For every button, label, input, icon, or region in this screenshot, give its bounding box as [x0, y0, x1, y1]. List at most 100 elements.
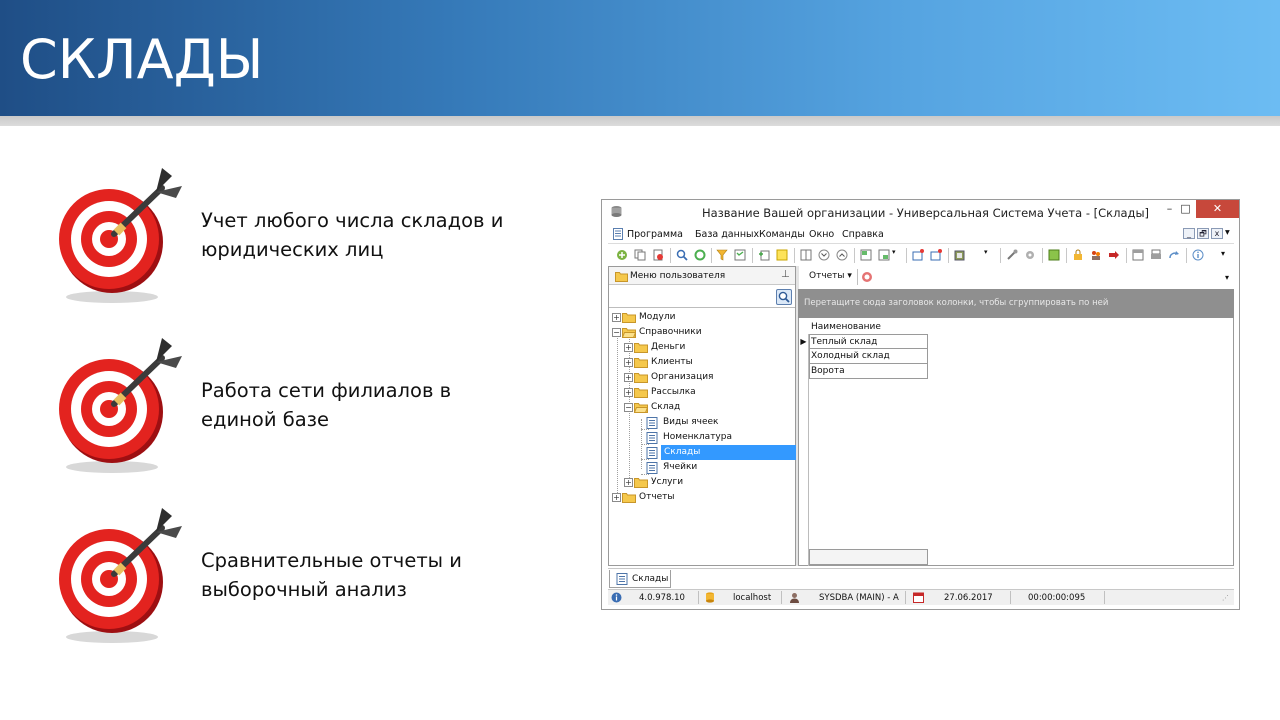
menu-help[interactable]: Справка [842, 229, 884, 240]
expand-icon[interactable]: + [624, 478, 633, 487]
table-row[interactable]: Холодный склад [809, 349, 928, 364]
mdi-restore-button[interactable]: 🗗 [1197, 228, 1209, 239]
tree-node-cell-types[interactable]: Виды ячеек [636, 415, 792, 430]
expand-icon[interactable]: + [624, 343, 633, 352]
group-by-panel[interactable]: Перетащите сюда заголовок колонки, чтобы… [798, 289, 1234, 318]
close-button[interactable]: ✕ [1196, 200, 1239, 218]
new-record-icon[interactable] [616, 249, 628, 261]
menu-search-input[interactable] [609, 286, 795, 308]
dropdown-arrow-icon[interactable]: ▾ [892, 248, 904, 260]
mdi-minimize-button[interactable]: _ [1183, 228, 1195, 239]
tree-node-clients[interactable]: + Клиенты [624, 355, 792, 370]
toolbar-separator [1126, 248, 1127, 263]
expand-icon[interactable]: + [624, 358, 633, 367]
info-icon[interactable] [1192, 249, 1204, 261]
slide-title: СКЛАДЫ [20, 28, 264, 91]
tools-icon[interactable] [1006, 249, 1018, 261]
tree-node-label: Склады [661, 445, 797, 460]
window-titlebar[interactable]: Название Вашей организации - Универсальн… [602, 200, 1239, 224]
toolbar-overflow-icon[interactable]: ▾ [1221, 249, 1233, 261]
tab-label: Склады [632, 574, 669, 584]
form-icon [646, 447, 658, 459]
copy-icon[interactable] [634, 249, 646, 261]
app-window: Название Вашей организации - Универсальн… [601, 199, 1240, 610]
menu-program[interactable]: Программа [627, 229, 683, 240]
tree-node-warehouse[interactable]: − Склад [624, 400, 792, 415]
bullet-text: Работа сети филиалов в единой базе [201, 379, 452, 431]
refresh-icon[interactable] [694, 249, 706, 261]
print-icon[interactable] [1150, 249, 1162, 261]
tree-node-money[interactable]: + Деньги [624, 340, 792, 355]
toolbar-separator [670, 248, 671, 263]
search-button[interactable] [776, 289, 792, 305]
tree-node-cells[interactable]: Ячейки [636, 460, 792, 475]
grid-toolbar-overflow-icon[interactable]: ▾ [1225, 273, 1229, 282]
tree-node-nomenclature[interactable]: Номенклатура [636, 430, 792, 445]
user-icon [790, 593, 799, 603]
menu-database[interactable]: База данных [695, 229, 759, 240]
folder-icon [622, 493, 636, 503]
tree-node-organization[interactable]: + Организация [624, 370, 792, 385]
expand-icon[interactable]: + [612, 313, 621, 322]
redo-icon[interactable] [1168, 249, 1180, 261]
picture-icon[interactable] [1048, 249, 1060, 261]
mdi-close-button[interactable]: x [1211, 228, 1223, 239]
tree-node-label: Организация [651, 372, 714, 382]
collapse-icon[interactable]: − [624, 403, 633, 412]
tab-warehouses[interactable]: Склады [609, 570, 671, 588]
pin-icon[interactable]: ⊥ [781, 269, 790, 280]
delete-icon[interactable] [652, 249, 664, 261]
tree-node-services[interactable]: + Услуги [624, 475, 792, 490]
reload-icon[interactable] [861, 271, 873, 283]
import-icon[interactable] [878, 249, 890, 261]
lock-icon[interactable] [1072, 249, 1084, 261]
menu-window[interactable]: Окно [809, 229, 834, 240]
expand-icon[interactable]: + [612, 493, 621, 502]
tree-node-mailing[interactable]: + Рассылка [624, 385, 792, 400]
chevron-down-icon[interactable] [818, 249, 830, 261]
warehouses-grid: Наименование ▶ Теплый склад Холодный скл… [798, 318, 1234, 566]
document-icon [613, 228, 623, 240]
exit-icon[interactable] [1108, 249, 1120, 261]
table-row[interactable]: Теплый склад [809, 334, 928, 349]
toolbar-separator [948, 248, 949, 263]
export-icon[interactable] [860, 249, 872, 261]
tree-node-reports[interactable]: + Отчеты [612, 490, 792, 505]
expand-icon[interactable]: + [624, 388, 633, 397]
tree-node-modules[interactable]: + Модули [612, 310, 792, 325]
menu-commands[interactable]: Команды [759, 229, 805, 240]
resize-grip-icon[interactable]: ⋰ [1222, 591, 1229, 605]
folder-icon [634, 343, 648, 353]
toolbar-separator [857, 269, 858, 285]
add-note-icon[interactable] [758, 249, 770, 261]
search-icon[interactable] [676, 249, 688, 261]
window-add-icon[interactable] [912, 249, 924, 261]
folder-icon [634, 388, 648, 398]
tree-node-label: Склад [651, 402, 681, 412]
tree-node-label: Справочники [639, 327, 702, 337]
column-header-name[interactable]: Наименование [809, 320, 927, 334]
tree-node-warehouses[interactable]: Склады [636, 445, 797, 460]
filter-settings-icon[interactable] [734, 249, 746, 261]
dropdown-arrow-icon[interactable]: ▾ [984, 248, 996, 260]
window-close-icon[interactable] [930, 249, 942, 261]
tree-node-label: Деньги [651, 342, 686, 352]
menu-overflow-icon[interactable]: ▾ [1225, 227, 1230, 238]
print-preview-icon[interactable] [954, 249, 966, 261]
table-row[interactable]: Ворота [809, 364, 928, 379]
status-divider [1104, 591, 1105, 604]
reports-dropdown-button[interactable]: Отчеты ▾ [809, 271, 852, 281]
maximize-button[interactable]: □ [1173, 200, 1198, 218]
collapse-icon[interactable]: − [612, 328, 621, 337]
tree-node-directories[interactable]: − Справочники [612, 325, 792, 340]
users-icon[interactable] [1090, 249, 1102, 261]
calendar-icon[interactable] [1132, 249, 1144, 261]
expand-icon[interactable]: + [624, 373, 633, 382]
filter-icon[interactable] [716, 249, 728, 261]
settings-icon[interactable] [1024, 249, 1036, 261]
columns-icon[interactable] [800, 249, 812, 261]
chevron-up-icon[interactable] [836, 249, 848, 261]
note-icon[interactable] [776, 249, 788, 261]
menu-tree: + Модули − Справочники + Деньги + Клиент… [609, 309, 797, 565]
bullet-text: Учет любого числа складов и юридических … [201, 209, 504, 261]
